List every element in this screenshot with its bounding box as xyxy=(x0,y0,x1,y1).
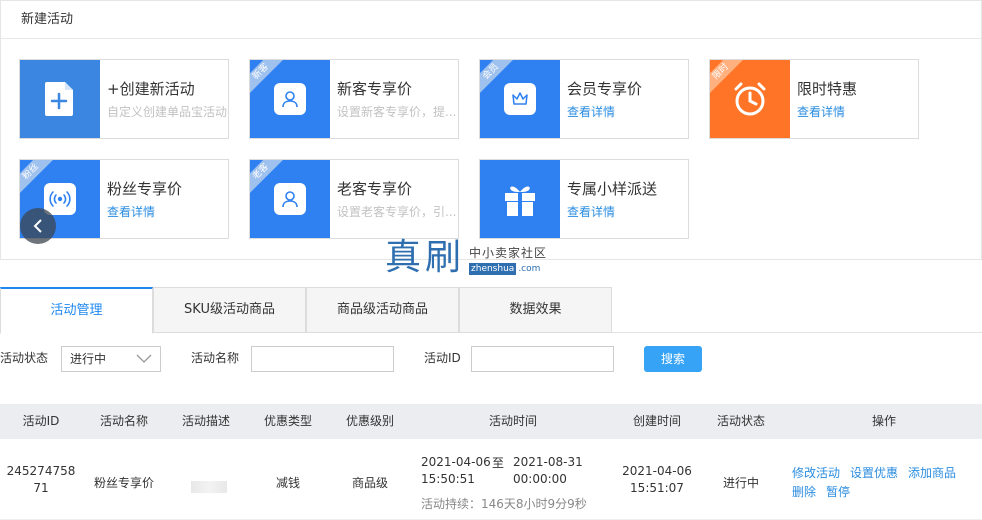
user-icon xyxy=(274,183,306,215)
duration-text: 活动持续：146天8小时9分9秒 xyxy=(421,497,587,511)
card-sample-delivery[interactable]: 专属小样派送 查看详情 xyxy=(479,159,689,239)
end-time-cell: 2021-08-31 00:00:00 xyxy=(513,455,583,486)
card-subtitle: 设置老客专享价，引... xyxy=(337,205,457,219)
watermark-domain: .com xyxy=(518,264,541,274)
watermark-subtitle: 中小卖家社区 xyxy=(469,246,548,260)
start-time-cell: 2021-04-06 15:50:51 xyxy=(421,455,491,486)
card-member-price[interactable]: 会员 会员专享价 查看详情 xyxy=(479,59,689,139)
column-header: 创建时间 xyxy=(632,414,681,428)
broadcast-icon xyxy=(44,183,76,215)
table-row: 245274758 71 粉丝专享价 减钱 商品级 2021-04-06 15:… xyxy=(0,439,982,520)
watermark-logo-text: 真刷 xyxy=(385,237,466,278)
id-filter-label: 活动ID xyxy=(424,351,461,365)
created-time-cell: 2021-04-06 15:51:07 xyxy=(622,464,692,495)
crown-icon xyxy=(504,83,536,115)
card-title: 会员专享价 xyxy=(567,80,643,98)
status-select[interactable]: 进行中 xyxy=(61,346,161,372)
view-details-link[interactable]: 查看详情 xyxy=(797,103,845,120)
card-subtitle: 设置新客专享价，提... xyxy=(337,105,457,119)
discount-type-cell: 减钱 xyxy=(275,476,300,490)
activity-id-input[interactable] xyxy=(471,346,614,372)
card-title: 新客专享价 xyxy=(337,80,413,98)
tab-data-effect[interactable]: 数据效果 xyxy=(459,287,612,333)
time-range-separator: 至 xyxy=(491,456,504,470)
edit-activity-link[interactable]: 修改活动 xyxy=(792,464,840,481)
status-cell: 进行中 xyxy=(722,476,759,490)
card-new-customer-price[interactable]: 新客 新客专享价 设置新客专享价，提... xyxy=(249,59,459,139)
chevron-left-icon xyxy=(33,219,42,233)
tab-sku-activity-products[interactable]: SKU级活动商品 xyxy=(153,287,306,333)
table-header: 活动ID 活动名称 活动描述 优惠类型 优惠级别 活动时间 创建时间 活动状态 … xyxy=(0,404,982,439)
panel-title: 新建活动 xyxy=(1,1,981,39)
watermark: 真刷 中小卖家社区 zhenshua .com xyxy=(385,238,547,278)
discount-level-cell: 商品级 xyxy=(351,476,388,490)
carousel-prev-button[interactable] xyxy=(20,208,56,244)
blurred-description xyxy=(191,481,227,493)
activity-id-cell: 245274758 71 xyxy=(6,464,76,495)
card-icon-box xyxy=(20,60,100,138)
card-title: 专属小样派送 xyxy=(567,180,658,198)
search-button[interactable]: 搜索 xyxy=(644,346,702,372)
status-select-value: 进行中 xyxy=(70,352,107,366)
file-plus-icon xyxy=(45,82,73,116)
column-header: 优惠级别 xyxy=(345,414,394,428)
card-title: 限时特惠 xyxy=(797,80,858,98)
pause-link[interactable]: 暂停 xyxy=(826,483,850,500)
watermark-url: zhenshua xyxy=(469,263,517,275)
tab-product-activity-products[interactable]: 商品级活动商品 xyxy=(306,287,459,333)
add-product-link[interactable]: 添加商品 xyxy=(908,464,956,481)
status-filter-label: 活动状态 xyxy=(0,351,49,365)
card-old-customer-price[interactable]: 老客 老客专享价 设置老客专享价，引... xyxy=(249,159,459,239)
column-header: 活动ID xyxy=(22,414,60,428)
view-details-link[interactable]: 查看详情 xyxy=(567,203,615,220)
alarm-clock-icon xyxy=(734,82,766,116)
card-limited-time-offer[interactable]: 限时 限时特惠 查看详情 xyxy=(709,59,919,139)
activity-name-cell: 粉丝专享价 xyxy=(93,476,154,490)
view-details-link[interactable]: 查看详情 xyxy=(567,103,615,120)
tab-activity-management[interactable]: 活动管理 xyxy=(0,287,153,334)
column-header: 优惠类型 xyxy=(263,414,312,428)
activity-name-input[interactable] xyxy=(251,346,394,372)
user-icon xyxy=(274,83,306,115)
card-create-activity[interactable]: +创建新活动 自定义创建单品宝活动 xyxy=(19,59,229,139)
delete-link[interactable]: 删除 xyxy=(792,483,816,500)
card-title: 老客专享价 xyxy=(337,180,413,198)
gift-icon xyxy=(505,186,535,216)
set-discount-link[interactable]: 设置优惠 xyxy=(850,464,898,481)
card-title: +创建新活动 xyxy=(107,80,195,98)
view-details-link[interactable]: 查看详情 xyxy=(107,203,155,220)
column-header: 活动时间 xyxy=(488,414,537,428)
column-header: 活动名称 xyxy=(99,414,148,428)
column-header: 活动状态 xyxy=(716,414,765,428)
card-icon-box xyxy=(480,160,560,238)
name-filter-label: 活动名称 xyxy=(191,351,240,365)
tab-bar: 活动管理 SKU级活动商品 商品级活动商品 数据效果 xyxy=(0,287,982,334)
card-title: 粉丝专享价 xyxy=(107,180,183,198)
column-header: 操作 xyxy=(871,414,896,428)
column-header: 活动描述 xyxy=(181,414,230,428)
chevron-down-icon xyxy=(136,354,152,363)
card-subtitle: 自定义创建单品宝活动 xyxy=(107,105,228,119)
